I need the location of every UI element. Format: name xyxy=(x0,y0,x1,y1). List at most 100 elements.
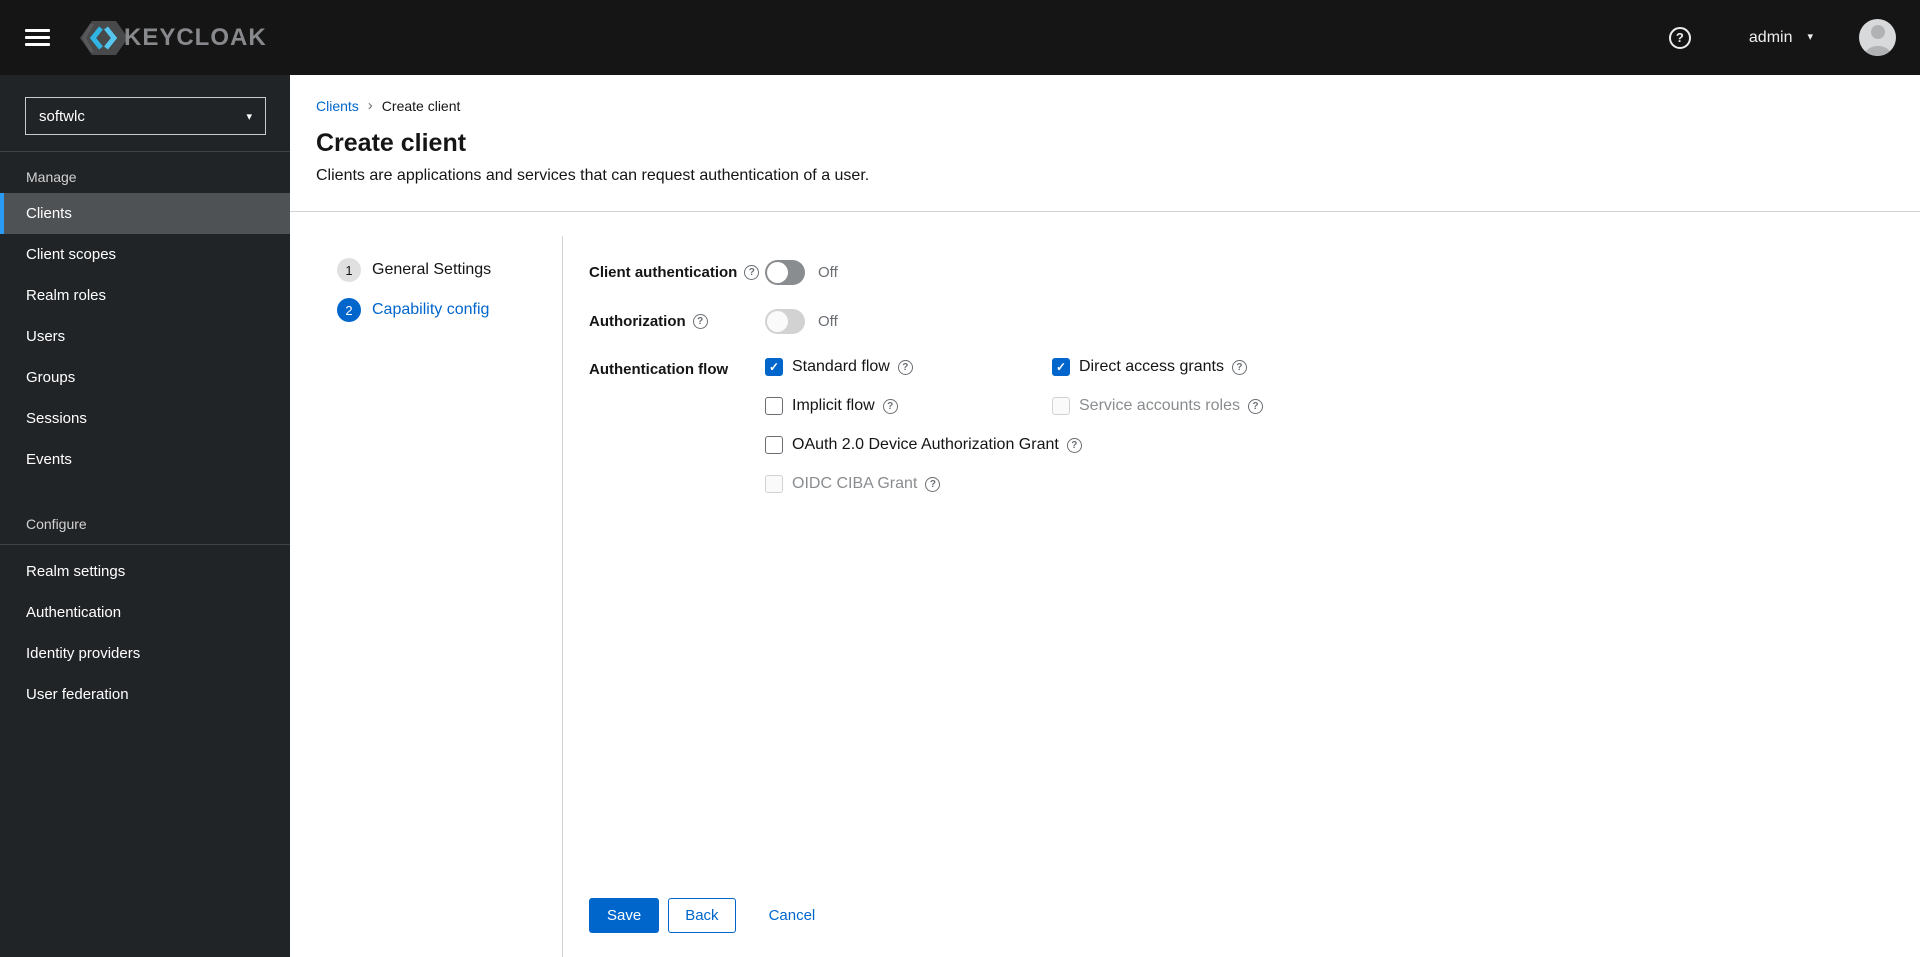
wizard-step-capability-config[interactable]: 2 Capability config xyxy=(290,290,562,330)
form-row-authorization: Authorization ? Off xyxy=(589,309,1920,334)
sidebar-item-groups[interactable]: Groups xyxy=(0,357,290,398)
step-label: Capability config xyxy=(372,301,490,318)
sidebar-item-label: Users xyxy=(26,328,66,345)
cancel-button[interactable]: Cancel xyxy=(769,899,816,932)
page-header: Clients › Create client Create client Cl… xyxy=(290,75,1920,212)
step-number: 2 xyxy=(337,298,361,322)
client-authentication-label: Client authentication xyxy=(589,264,738,281)
user-name: admin xyxy=(1748,28,1793,46)
form-actions: Save Back Cancel xyxy=(589,898,1920,933)
breadcrumb-clients-link[interactable]: Clients xyxy=(316,98,359,114)
nav-section-title-configure: Configure xyxy=(26,516,87,532)
checkbox-checked-icon[interactable]: ✓ xyxy=(1052,358,1070,376)
realm-selector[interactable]: softwlc ▾ xyxy=(25,97,266,135)
help-icon[interactable]: ? xyxy=(692,314,708,329)
nav-section-title-manage: Manage xyxy=(26,169,77,185)
checkbox-direct-access-grants[interactable]: ✓ Direct access grants ? xyxy=(1052,358,1247,376)
user-dropdown[interactable]: admin ▾ xyxy=(1749,29,1813,47)
step-number: 1 xyxy=(337,258,361,282)
form-row-authentication-flow: Authentication flow ✓ Standard flow ? ✓ … xyxy=(589,358,1920,493)
field-label-group: Authorization ? xyxy=(589,313,765,330)
sidebar-item-realm-settings[interactable]: Realm settings xyxy=(0,551,290,592)
checkbox-label: Implicit flow xyxy=(792,397,875,414)
checkbox-checked-icon[interactable]: ✓ xyxy=(765,358,783,376)
help-icon[interactable]: ? xyxy=(1247,398,1263,414)
wizard-content: 1 General Settings 2 Capability config C… xyxy=(290,212,1920,957)
checkbox-unchecked-icon[interactable] xyxy=(765,397,783,415)
checkbox-label: Direct access grants xyxy=(1079,358,1224,375)
sidebar-item-label: Realm roles xyxy=(26,287,107,304)
wizard-nav: 1 General Settings 2 Capability config xyxy=(290,212,562,957)
authentication-flow-label: Authentication flow xyxy=(589,361,729,378)
sidebar-item-clients[interactable]: Clients xyxy=(0,193,290,234)
checkbox-row: OAuth 2.0 Device Authorization Grant ? xyxy=(765,436,1263,454)
authentication-flow-options: ✓ Standard flow ? ✓ Direct access grants… xyxy=(765,358,1263,493)
step-label: General Settings xyxy=(372,261,492,278)
nav-toggle-hamburger-icon[interactable] xyxy=(25,29,50,46)
sidebar-item-label: Authentication xyxy=(26,604,122,621)
wizard-step-general-settings[interactable]: 1 General Settings xyxy=(290,250,562,290)
help-icon[interactable]: ? xyxy=(882,398,898,414)
sidebar-item-label: Sessions xyxy=(26,410,87,427)
field-label-group: Authentication flow xyxy=(589,358,765,378)
sidebar-item-user-federation[interactable]: User federation xyxy=(0,674,290,715)
chevron-right-icon: › xyxy=(367,97,373,114)
sidebar-item-label: Identity providers xyxy=(26,645,141,662)
help-icon[interactable]: ? xyxy=(744,265,760,280)
avatar[interactable] xyxy=(1859,19,1896,56)
page-description: Clients are applications and services th… xyxy=(316,167,870,184)
sidebar: softwlc ▾ Manage Clients Client scopes R… xyxy=(0,75,290,957)
checkbox-service-accounts-roles: Service accounts roles ? xyxy=(1052,397,1263,415)
checkbox-label: Service accounts roles xyxy=(1079,397,1240,414)
keycloak-hexagon-icon xyxy=(80,20,128,55)
checkbox-row: OIDC CIBA Grant ? xyxy=(765,475,1263,493)
field-control: Off xyxy=(765,260,838,285)
checkbox-implicit-flow[interactable]: Implicit flow ? xyxy=(765,397,1052,415)
authorization-toggle xyxy=(765,309,805,334)
save-button[interactable]: Save xyxy=(589,898,660,933)
sidebar-item-users[interactable]: Users xyxy=(0,316,290,357)
realm-selector-value: softwlc xyxy=(39,107,85,125)
sidebar-item-label: Events xyxy=(26,451,72,468)
checkbox-oauth-device-grant[interactable]: OAuth 2.0 Device Authorization Grant ? xyxy=(765,436,1082,454)
sidebar-item-label: User federation xyxy=(26,686,129,703)
checkbox-label: OAuth 2.0 Device Authorization Grant xyxy=(792,436,1059,453)
brand-text: KEYCLOAK xyxy=(124,23,267,51)
field-control: Off xyxy=(765,309,838,334)
capability-config-form: Client authentication ? Off Authorizatio… xyxy=(563,212,1920,957)
masthead: KEYCLOAK ? admin ▾ xyxy=(0,0,1920,75)
sidebar-item-events[interactable]: Events xyxy=(0,439,290,480)
help-icon[interactable]: ? xyxy=(925,476,941,492)
help-icon[interactable]: ? xyxy=(1066,437,1082,453)
checkbox-label: Standard flow xyxy=(792,358,890,375)
chevron-down-icon: ▾ xyxy=(1807,31,1813,43)
help-icon[interactable]: ? xyxy=(897,359,913,375)
toggle-state-label: Off xyxy=(818,264,838,281)
checkbox-disabled-icon xyxy=(765,475,783,493)
checkbox-row: Implicit flow ? Service accounts roles ? xyxy=(765,397,1263,415)
sidebar-item-identity-providers[interactable]: Identity providers xyxy=(0,633,290,674)
checkbox-oidc-ciba-grant: OIDC CIBA Grant ? xyxy=(765,475,941,493)
help-icon[interactable]: ? xyxy=(1668,26,1691,49)
help-icon[interactable]: ? xyxy=(1231,359,1247,375)
back-button[interactable]: Back xyxy=(668,898,736,933)
breadcrumb-current: Create client xyxy=(381,97,461,114)
checkbox-disabled-icon xyxy=(1052,397,1070,415)
checkbox-row: ✓ Standard flow ? ✓ Direct access grants… xyxy=(765,358,1263,376)
sidebar-item-sessions[interactable]: Sessions xyxy=(0,398,290,439)
breadcrumb: Clients › Create client xyxy=(316,97,1894,114)
page-title: Create client xyxy=(316,129,467,157)
sidebar-item-realm-roles[interactable]: Realm roles xyxy=(0,275,290,316)
sidebar-item-authentication[interactable]: Authentication xyxy=(0,592,290,633)
checkbox-unchecked-icon[interactable] xyxy=(765,436,783,454)
client-authentication-toggle[interactable] xyxy=(765,260,805,285)
authorization-label: Authorization xyxy=(589,313,686,330)
checkbox-label: OIDC CIBA Grant xyxy=(792,475,918,492)
sidebar-item-client-scopes[interactable]: Client scopes xyxy=(0,234,290,275)
sidebar-divider xyxy=(0,544,290,545)
checkbox-standard-flow[interactable]: ✓ Standard flow ? xyxy=(765,358,1052,376)
sidebar-item-label: Clients xyxy=(26,205,72,222)
toggle-state-label: Off xyxy=(818,313,838,330)
chevron-down-icon: ▾ xyxy=(246,110,252,123)
